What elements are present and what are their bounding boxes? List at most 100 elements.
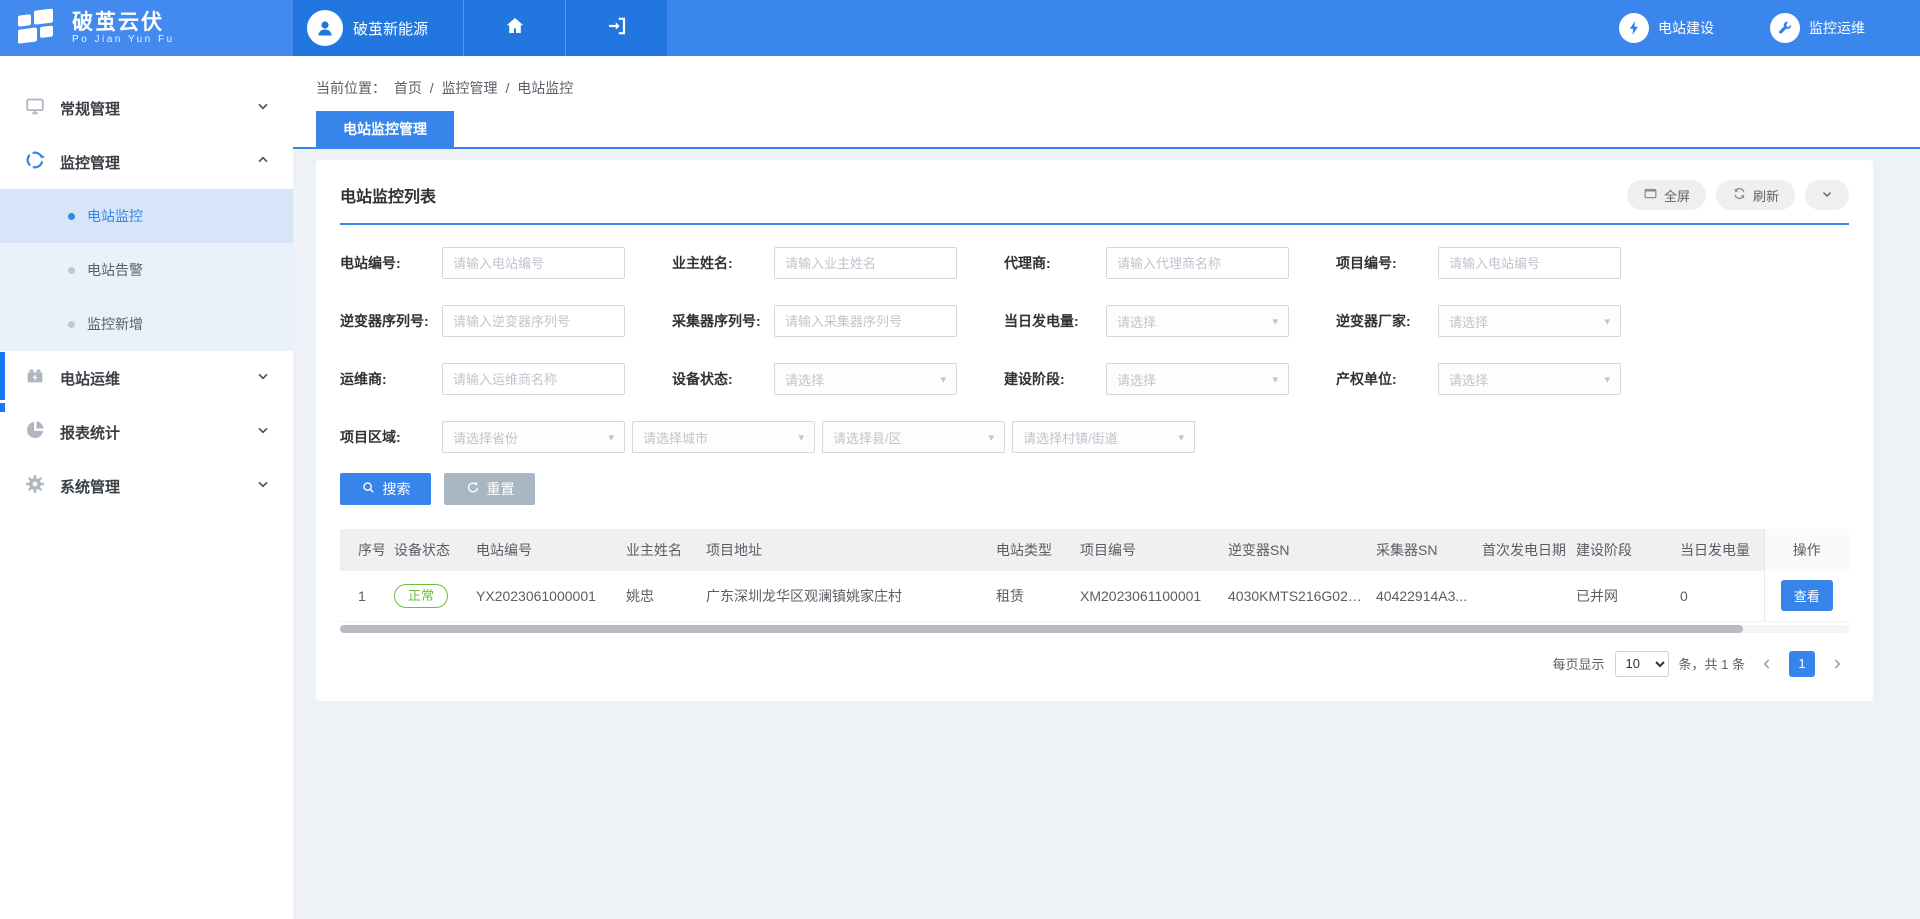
page-header: 当前位置： 首页 / 监控管理 / 电站监控 电站监控管理 xyxy=(293,56,1920,149)
fullscreen-icon xyxy=(1643,186,1658,204)
sidebar-item-general[interactable]: 常规管理 xyxy=(0,81,293,135)
sidebar-item-system[interactable]: 系统管理 xyxy=(0,459,293,513)
brand-title: 破茧云伏 xyxy=(72,11,175,34)
monitoring-icon xyxy=(24,149,46,176)
avatar[interactable] xyxy=(307,10,343,46)
col-inverter-sn: 逆变器SN xyxy=(1218,529,1366,571)
build-stage-select[interactable]: 请选择 ▾ xyxy=(1106,363,1289,395)
page-number-button[interactable]: 1 xyxy=(1789,651,1815,677)
caret-down-icon: ▾ xyxy=(940,373,946,386)
sidebar-item-station-monitor[interactable]: 电站监控 xyxy=(0,189,293,243)
caret-down-icon: ▾ xyxy=(1178,431,1184,444)
col-actions: 操作 xyxy=(1764,529,1849,571)
panel-title: 电站监控列表 xyxy=(340,183,436,207)
filter-label: 电站编号: xyxy=(340,253,442,273)
table-header-row: 序号 设备状态 电站编号 业主姓名 项目地址 电站类型 项目编号 逆变器SN 采… xyxy=(340,529,1849,571)
brand-subtitle: Po Jian Yun Fu xyxy=(72,34,175,45)
bullet-icon xyxy=(68,321,75,328)
sidebar: 常规管理 监控管理 电站监控 电站 xyxy=(0,56,293,919)
home-icon xyxy=(503,14,527,43)
filter-label: 运维商: xyxy=(340,369,442,389)
filter-label: 项目区域: xyxy=(340,427,442,447)
county-select[interactable]: 请选择县/区 ▾ xyxy=(822,421,1005,453)
breadcrumb-monitoring[interactable]: 监控管理 xyxy=(442,80,498,96)
refresh-icon xyxy=(1732,186,1747,204)
search-button[interactable]: 搜索 xyxy=(340,473,431,505)
filter-label: 产权单位: xyxy=(1336,369,1438,389)
topbar-nav: 电站建设 监控运维 xyxy=(667,0,1920,56)
breadcrumb-home[interactable]: 首页 xyxy=(394,80,422,96)
brand-logo-icon xyxy=(16,7,60,50)
cell-build-stage: 已并网 xyxy=(1566,571,1670,621)
town-select[interactable]: 请选择村镇/街道 ▾ xyxy=(1012,421,1195,453)
caret-down-icon: ▾ xyxy=(988,431,994,444)
filter-label: 项目编号: xyxy=(1336,253,1438,273)
chevron-down-icon xyxy=(1820,187,1834,204)
next-page-button[interactable] xyxy=(1825,652,1849,676)
agent-input[interactable] xyxy=(1106,247,1289,279)
caret-down-icon: ▾ xyxy=(1272,373,1278,386)
cell-inverter-sn: 4030KMTS216G0213... xyxy=(1218,571,1366,621)
caret-down-icon: ▾ xyxy=(1604,373,1610,386)
chevron-up-icon xyxy=(255,152,271,173)
inverter-sn-input[interactable] xyxy=(442,305,625,337)
sidebar-item-reports[interactable]: 报表统计 xyxy=(0,405,293,459)
bullet-icon xyxy=(68,267,75,274)
sidebar-item-station-alarm[interactable]: 电站告警 xyxy=(0,243,293,297)
collapse-panel-button[interactable] xyxy=(1805,180,1849,210)
cell-station-type: 租赁 xyxy=(986,571,1070,621)
project-no-input[interactable] xyxy=(1438,247,1621,279)
cell-owner: 姚忠 xyxy=(616,571,696,621)
search-icon xyxy=(361,480,376,498)
province-select[interactable]: 请选择省份 ▾ xyxy=(442,421,625,453)
user-menu[interactable]: 破茧新能源 xyxy=(293,0,463,56)
filter-label: 采集器序列号: xyxy=(672,311,774,331)
view-button[interactable]: 查看 xyxy=(1781,580,1833,611)
pagination: 每页显示 10 条，共 1 条 1 xyxy=(340,651,1849,677)
collector-sn-input[interactable] xyxy=(774,305,957,337)
col-daily-power: 当日发电量 xyxy=(1670,529,1764,571)
refresh-button[interactable]: 刷新 xyxy=(1716,180,1795,210)
logout-button[interactable] xyxy=(565,0,667,56)
status-badge: 正常 xyxy=(394,584,448,608)
prev-page-button[interactable] xyxy=(1755,652,1779,676)
tab-station-monitor-mgmt[interactable]: 电站监控管理 xyxy=(316,111,454,147)
reset-button[interactable]: 重置 xyxy=(444,473,535,505)
daily-power-select[interactable]: 请选择 ▾ xyxy=(1106,305,1289,337)
cell-daily-power: 0 xyxy=(1670,571,1764,621)
home-button[interactable] xyxy=(463,0,565,56)
maintainer-input[interactable] xyxy=(442,363,625,395)
per-page-select[interactable]: 10 xyxy=(1615,651,1669,677)
filter-label: 设备状态: xyxy=(672,369,774,389)
sidebar-item-monitoring[interactable]: 监控管理 xyxy=(0,135,293,189)
nav-station-build[interactable]: 电站建设 xyxy=(1619,13,1714,43)
inverter-brand-select[interactable]: 请选择 ▾ xyxy=(1438,305,1621,337)
fullscreen-button[interactable]: 全屏 xyxy=(1627,180,1706,210)
sidebar-item-station-ops[interactable]: 电站运维 xyxy=(0,351,293,405)
col-first-power-date: 首次发电日期 xyxy=(1472,529,1566,571)
breadcrumb-separator: / xyxy=(430,80,434,96)
property-unit-select[interactable]: 请选择 ▾ xyxy=(1438,363,1621,395)
chevron-down-icon xyxy=(255,476,271,497)
nav-monitor-ops[interactable]: 监控运维 xyxy=(1770,13,1865,43)
sidebar-scrollbar[interactable] xyxy=(0,403,5,412)
station-monitor-panel: 电站监控列表 全屏 xyxy=(316,160,1873,701)
chevron-down-icon xyxy=(255,422,271,443)
brand-logo: 破茧云伏 Po Jian Yun Fu xyxy=(0,0,293,56)
breadcrumb-station-monitor[interactable]: 电站监控 xyxy=(517,80,573,96)
device-status-select[interactable]: 请选择 ▾ xyxy=(774,363,957,395)
sidebar-item-monitor-add[interactable]: 监控新增 xyxy=(0,297,293,351)
scrollbar-thumb[interactable] xyxy=(340,625,1743,633)
topbar-user-section: 破茧新能源 xyxy=(293,0,667,56)
logout-icon xyxy=(605,14,629,43)
per-page-label: 每页显示 xyxy=(1553,654,1605,673)
horizontal-scrollbar[interactable] xyxy=(340,625,1849,633)
sidebar-scrollbar[interactable] xyxy=(0,352,5,400)
filter-label: 逆变器厂家: xyxy=(1336,311,1438,331)
owner-name-input[interactable] xyxy=(774,247,957,279)
wrench-icon xyxy=(1770,13,1800,43)
cell-project-no: XM2023061100001 xyxy=(1070,571,1218,621)
city-select[interactable]: 请选择城市 ▾ xyxy=(632,421,815,453)
station-no-input[interactable] xyxy=(442,247,625,279)
col-station-no: 电站编号 xyxy=(466,529,616,571)
